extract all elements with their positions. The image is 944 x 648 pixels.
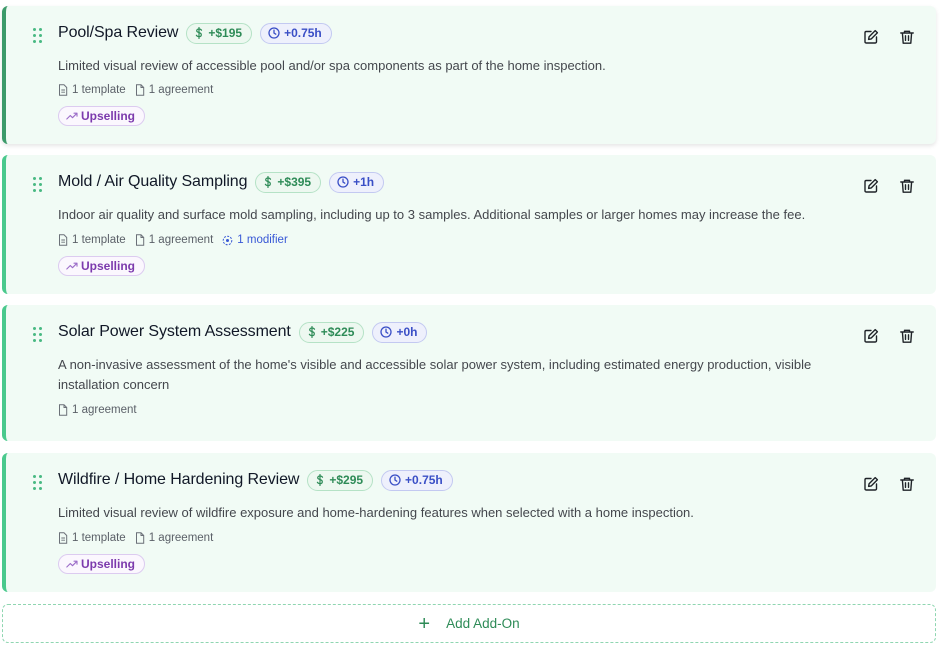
trash-icon [900, 179, 914, 193]
delete-button[interactable] [898, 327, 916, 345]
edit-icon [864, 29, 879, 44]
trash-icon [900, 30, 914, 44]
document-icon [59, 84, 68, 96]
edit-button[interactable] [862, 28, 880, 46]
trending-up-icon [66, 262, 78, 270]
price-value: +$225 [320, 325, 355, 339]
document-icon [59, 532, 68, 544]
modifier-count[interactable]: 1 modifier [222, 234, 288, 246]
addon-title: Mold / Air Quality Sampling [58, 173, 248, 190]
time-badge: +0.75h [381, 469, 453, 491]
agreement-count: 1 agreement [135, 532, 213, 544]
time-value: +0.75h [284, 26, 322, 40]
time-badge: +0h [372, 321, 428, 343]
time-value: +1h [353, 175, 375, 189]
card-actions [844, 327, 916, 345]
price-badge: +$395 [255, 171, 322, 193]
clock-icon [268, 27, 280, 39]
addon-meta: 1 template 1 agreement 1 modifier [58, 232, 297, 248]
trash-icon [900, 329, 914, 343]
price-value: +$195 [208, 26, 243, 40]
addon-description: Indoor air quality and surface mold samp… [58, 207, 806, 222]
edit-button[interactable] [862, 327, 880, 345]
dollar-icon [308, 326, 315, 338]
clock-icon [389, 474, 401, 486]
addon-description: Limited visual review of accessible pool… [58, 58, 606, 73]
addon-meta: 1 template 1 agreement [58, 530, 222, 546]
clock-icon [380, 326, 393, 338]
drag-handle-icon[interactable] [33, 28, 43, 43]
card-actions [844, 475, 916, 493]
addon-description: Limited visual review of wildfire exposu… [58, 505, 694, 520]
drag-handle-icon[interactable] [33, 327, 43, 342]
addon-card: Pool/Spa Review +$195 +0.75h Limited vis… [2, 6, 936, 144]
upselling-tag: Upselling [58, 554, 146, 574]
time-value: +0.75h [405, 473, 443, 487]
delete-button[interactable] [898, 475, 916, 493]
file-icon [135, 234, 144, 246]
trending-up-icon [66, 112, 78, 120]
edit-icon [864, 328, 879, 343]
drag-handle-icon[interactable] [33, 475, 43, 490]
card-actions [844, 28, 916, 46]
agreement-count: 1 agreement [58, 404, 137, 416]
delete-button[interactable] [898, 177, 916, 195]
trash-icon [900, 477, 914, 491]
dollar-icon [317, 474, 324, 486]
dollar-icon [196, 27, 203, 39]
file-icon [135, 532, 144, 544]
add-addon-button[interactable]: + Add Add-On [2, 604, 936, 643]
card-actions [844, 177, 916, 195]
price-value: +$295 [329, 473, 364, 487]
file-icon [59, 404, 68, 416]
addon-description: A non-invasive assessment of the home's … [58, 357, 812, 392]
plus-icon: + [418, 612, 431, 635]
document-icon [59, 234, 68, 246]
addon-meta: 1 template 1 agreement [58, 82, 222, 98]
price-value: +$395 [277, 175, 312, 189]
upselling-tag: Upselling [58, 106, 146, 126]
time-badge: +0.75h [260, 22, 332, 44]
add-addon-label: Add Add-On [446, 616, 520, 631]
addon-title: Solar Power System Assessment [58, 323, 291, 340]
template-count: 1 template [58, 84, 126, 96]
template-count: 1 template [58, 532, 126, 544]
time-value: +0h [396, 325, 418, 339]
trending-up-icon [66, 560, 78, 568]
addon-title: Wildfire / Home Hardening Review [58, 471, 300, 488]
file-icon [135, 84, 144, 96]
time-badge: +1h [329, 171, 385, 193]
agreement-count: 1 agreement [135, 84, 213, 96]
price-badge: +$195 [186, 22, 253, 44]
modifier-icon [222, 235, 233, 245]
edit-icon [864, 476, 879, 491]
addon-meta: 1 agreement [58, 402, 146, 418]
clock-icon [337, 176, 349, 188]
addon-card: Wildfire / Home Hardening Review +$295 +… [2, 453, 936, 592]
price-badge: +$295 [307, 469, 374, 491]
upselling-tag: Upselling [58, 256, 146, 276]
drag-handle-icon[interactable] [33, 177, 43, 192]
agreement-count: 1 agreement [135, 234, 213, 246]
dollar-icon [265, 176, 272, 188]
addon-title: Pool/Spa Review [58, 24, 179, 41]
template-count: 1 template [58, 234, 126, 246]
addon-card: Mold / Air Quality Sampling +$395 +1h In… [2, 155, 936, 294]
delete-button[interactable] [898, 28, 916, 46]
edit-icon [864, 178, 879, 193]
edit-button[interactable] [862, 475, 880, 493]
price-badge: +$225 [298, 321, 365, 343]
addon-card: Solar Power System Assessment +$225 +0h … [2, 305, 936, 441]
edit-button[interactable] [862, 177, 880, 195]
